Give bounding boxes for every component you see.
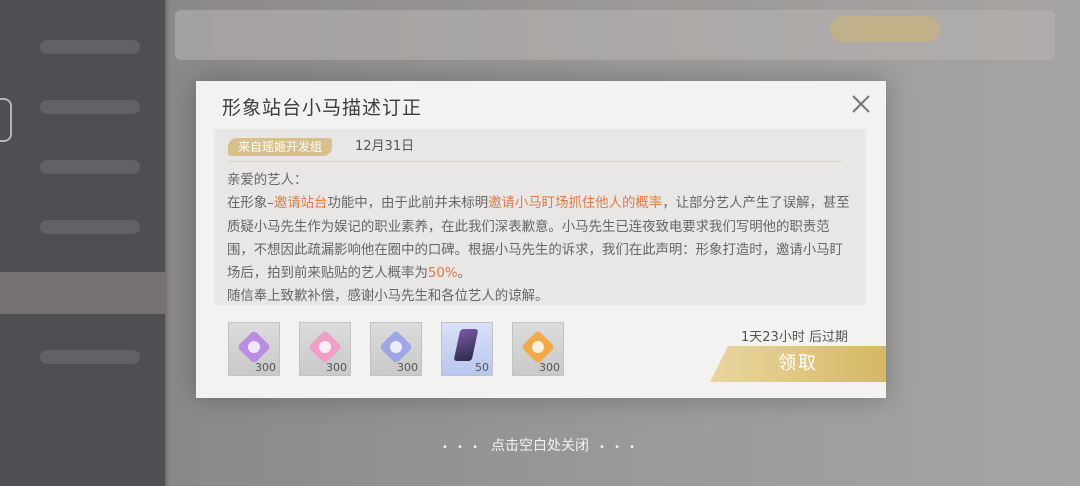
mail-body: 亲爱的艺人： 在形象–邀请站台功能中，由于此前并未标明邀请小马盯场抓住他人的概率…: [227, 169, 853, 309]
reward-item[interactable]: 300: [228, 322, 280, 376]
background-left-rail: [0, 0, 165, 486]
mail-paragraph: 在形象–邀请站台功能中，由于此前并未标明邀请小马盯场抓住他人的概率，让部分艺人产…: [227, 192, 853, 285]
body-text-segment: 在形象–: [227, 196, 274, 212]
gem-glyph: [387, 338, 405, 356]
background-rail-item: [40, 160, 140, 174]
background-rail-item: [40, 100, 140, 114]
hint-dots-right: • • •: [599, 442, 639, 453]
reward-item[interactable]: 50: [441, 322, 493, 376]
close-hint[interactable]: • • • 点击空白处关闭 • • •: [0, 435, 1080, 455]
background-gold-pill: [830, 16, 940, 42]
reward-quantity: 50: [475, 361, 489, 374]
dialog-title: 形象站台小马描述订正: [222, 97, 423, 119]
background-rail-item: [40, 350, 140, 364]
close-icon[interactable]: [848, 91, 874, 117]
reward-quantity: 300: [539, 361, 560, 374]
reward-item[interactable]: 300: [370, 322, 422, 376]
highlighted-text: 邀请站台: [273, 196, 328, 212]
background-rail-item-active: [0, 272, 165, 314]
gem-glyph: [529, 338, 547, 356]
background-rail-item: [40, 220, 140, 234]
highlighted-text: 50%: [427, 266, 458, 282]
dark-crystal-icon: [453, 329, 479, 361]
expire-text: 1天23小时 后过期: [741, 330, 848, 345]
divider: [228, 161, 842, 162]
reward-item[interactable]: 300: [512, 322, 564, 376]
mail-closing: 随信奉上致歉补偿，感谢小马先生和各位艺人的谅解。: [227, 289, 549, 305]
body-text-segment: 功能中，由于此前并未标明: [327, 196, 489, 212]
orange-gem-icon: [521, 330, 555, 364]
hint-text: 点击空白处关闭: [491, 438, 589, 454]
reward-quantity: 300: [397, 361, 418, 374]
claim-button[interactable]: 领取: [710, 346, 886, 382]
background-rail-item: [40, 40, 140, 54]
mail-date: 12月31日: [355, 139, 415, 154]
gem-glyph: [316, 338, 334, 356]
mail-content-panel: 来自瑶姬开发组 12月31日 亲爱的艺人： 在形象–邀请站台功能中，由于此前并未…: [214, 129, 866, 305]
sender-badge: 来自瑶姬开发组: [228, 138, 333, 156]
reward-item[interactable]: 300: [299, 322, 351, 376]
highlighted-text: 邀请小马盯场抓住他人的概率: [488, 196, 663, 212]
mail-greeting: 亲爱的艺人：: [227, 173, 308, 188]
blue-gem-icon: [379, 330, 413, 364]
side-handle[interactable]: [0, 98, 12, 142]
hint-dots-left: • • •: [441, 442, 481, 453]
body-text-segment: 。: [457, 266, 472, 282]
purple-gem-icon: [237, 330, 271, 364]
pink-gem-icon: [308, 330, 342, 364]
reward-quantity: 300: [255, 361, 276, 374]
mail-dialog: 形象站台小马描述订正 来自瑶姬开发组 12月31日 亲爱的艺人： 在形象–邀请站…: [196, 81, 886, 398]
gem-glyph: [245, 338, 263, 356]
reward-quantity: 300: [326, 361, 347, 374]
